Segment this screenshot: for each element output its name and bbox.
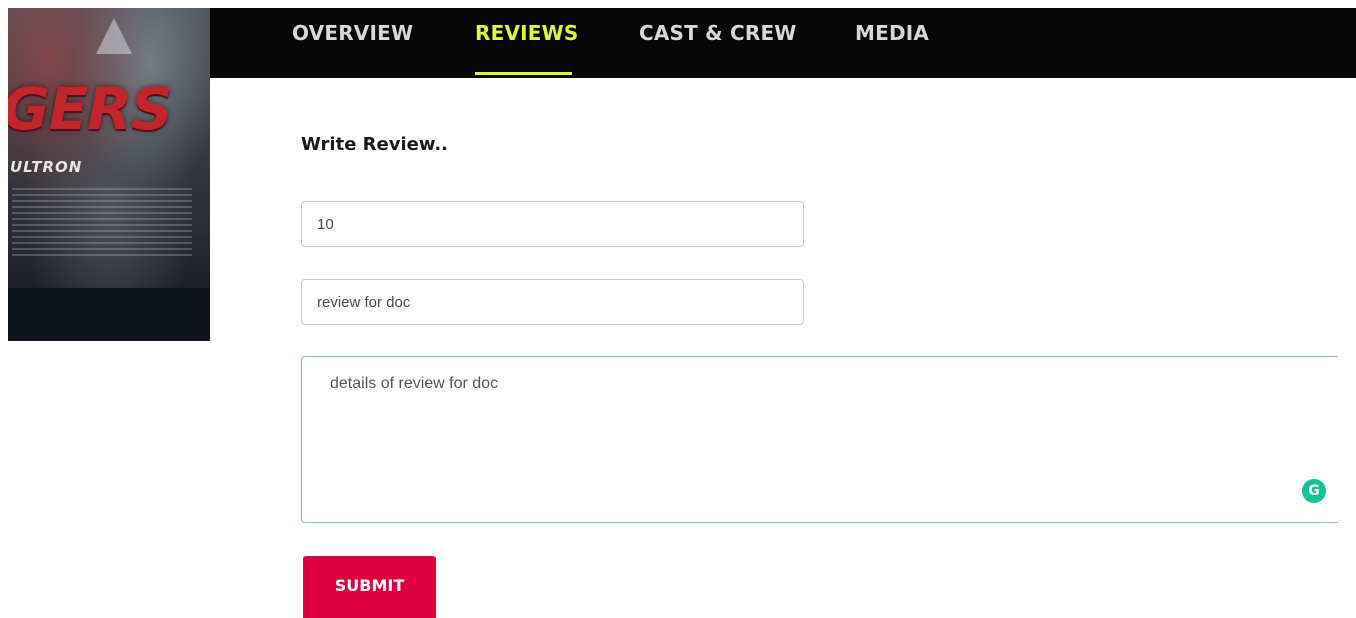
review-title-input[interactable] — [301, 279, 804, 325]
review-score-input[interactable] — [301, 201, 804, 247]
tab-reviews[interactable]: REVIEWS — [475, 21, 579, 45]
submit-button[interactable]: SUBMIT — [303, 556, 436, 618]
tab-overview[interactable]: OVERVIEW — [292, 21, 413, 45]
review-form-heading: Write Review.. — [301, 134, 448, 155]
tab-media[interactable]: MEDIA — [855, 21, 929, 45]
grammarly-icon[interactable]: G — [1302, 479, 1326, 503]
review-details-field: details of review for doc G — [301, 356, 1338, 523]
poster-credits — [12, 188, 192, 258]
page: GERS ULTRON OVERVIEW REVIEWS CAST & CREW… — [0, 0, 1356, 618]
movie-poster: GERS ULTRON — [8, 8, 210, 341]
poster-subtitle: ULTRON — [10, 158, 83, 176]
active-tab-indicator — [475, 72, 572, 75]
poster-title: GERS — [8, 75, 173, 143]
tab-cast-crew[interactable]: CAST & CREW — [639, 21, 797, 45]
tab-navigation: OVERVIEW REVIEWS CAST & CREW MEDIA — [210, 8, 1356, 78]
review-details-textarea[interactable]: details of review for doc — [302, 357, 1338, 522]
